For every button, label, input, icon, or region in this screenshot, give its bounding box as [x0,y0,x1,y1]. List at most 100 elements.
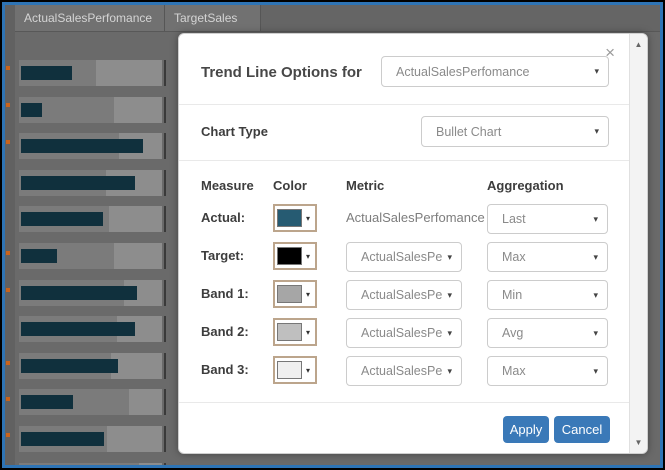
divider [179,160,629,161]
bullet-row [19,463,168,468]
chevron-down-icon: ▾ [593,328,598,339]
column-header-metric: Metric [346,178,384,193]
chevron-down-icon: ▾ [447,366,452,377]
metric-select-target[interactable]: ActualSalesPe ▾ [346,242,462,272]
metric-select-band2[interactable]: ActualSalesPe ▾ [346,318,462,348]
metric-value: ActualSalesPe [361,288,442,302]
metric-value: ActualSalesPe [361,326,442,340]
chart-left-gutter [5,5,15,465]
aggregation-select-band1[interactable]: Min ▾ [487,280,608,310]
scroll-down-icon[interactable]: ▼ [630,438,647,447]
bullet-bar [21,103,42,117]
column-header-color: Color [273,178,307,193]
row-marker-icon [6,103,10,107]
tab-label: ActualSalesPerfomance [24,11,152,25]
chevron-down-icon: ▾ [447,290,452,301]
target-tick [164,170,166,196]
row-marker-icon [6,288,10,292]
cancel-button[interactable]: Cancel [554,416,610,443]
aggregation-select-band3[interactable]: Max ▾ [487,356,608,386]
color-picker-actual[interactable]: ▾ [273,204,317,232]
bullet-row [19,353,168,379]
metric-value-actual: ActualSalesPerfomance [346,210,485,225]
measure-label-band2: Band 2: [201,324,249,339]
tab-bar: ActualSalesPerfomance TargetSales [15,5,660,32]
aggregation-value: Min [502,288,522,302]
metric-select-band3[interactable]: ActualSalesPe ▾ [346,356,462,386]
aggregation-select-actual[interactable]: Last ▾ [487,204,608,234]
scrollbar[interactable]: ▲ ▼ [629,34,647,453]
color-picker-target[interactable]: ▾ [273,242,317,270]
measure-label-band1: Band 1: [201,286,249,301]
target-tick [164,133,166,159]
bullet-bar [21,66,72,80]
bullet-row [19,389,168,415]
bullet-chart-background [19,32,184,465]
color-swatch [277,285,302,303]
aggregation-value: Max [502,250,526,264]
trend-measure-select[interactable]: ActualSalesPerfomance ▾ [381,56,609,87]
apply-button[interactable]: Apply [503,416,549,443]
measure-label-band3: Band 3: [201,362,249,377]
bullet-bar [21,176,135,190]
bullet-bar [21,432,104,446]
metric-value: ActualSalesPe [361,364,442,378]
color-swatch [277,323,302,341]
chart-type-select[interactable]: Bullet Chart ▾ [421,116,609,147]
row-marker-icon [6,433,10,437]
column-header-measure: Measure [201,178,254,193]
aggregation-value: Last [502,212,526,226]
row-marker-icon [6,66,10,70]
bullet-row [19,243,168,269]
bullet-row [19,426,168,452]
chevron-down-icon: ▾ [306,214,310,223]
color-swatch [277,209,302,227]
tab-label: TargetSales [174,11,237,25]
target-tick [164,316,166,342]
chevron-down-icon: ▾ [306,366,310,375]
chevron-down-icon: ▾ [306,252,310,261]
trend-measure-value: ActualSalesPerfomance [396,65,529,79]
chevron-down-icon: ▾ [593,290,598,301]
bullet-bar [21,322,135,336]
chart-type-label: Chart Type [201,124,268,139]
bullet-bar [21,286,137,300]
aggregation-value: Avg [502,326,523,340]
target-tick [164,206,166,232]
color-picker-band3[interactable]: ▾ [273,356,317,384]
aggregation-select-band2[interactable]: Avg ▾ [487,318,608,348]
bullet-bar [21,395,73,409]
chevron-down-icon: ▾ [594,66,599,77]
bullet-bar [21,212,103,226]
chevron-down-icon: ▾ [447,328,452,339]
measure-label-target: Target: [201,248,244,263]
target-tick [164,243,166,269]
window-frame: ActualSalesPerfomance TargetSales × Tren… [2,2,663,468]
column-header-aggregation: Aggregation [487,178,564,193]
color-picker-band2[interactable]: ▾ [273,318,317,346]
chart-type-value: Bullet Chart [436,125,501,139]
trend-line-options-dialog: × Trend Line Options for ActualSalesPerf… [178,33,648,454]
scroll-up-icon[interactable]: ▲ [630,40,647,49]
chevron-down-icon: ▾ [593,366,598,377]
target-tick [164,60,166,86]
application-window: ActualSalesPerfomance TargetSales × Tren… [0,0,665,470]
tab-targetsales[interactable]: TargetSales [165,5,261,31]
metric-select-band1[interactable]: ActualSalesPe ▾ [346,280,462,310]
tab-actualsalesperfomance[interactable]: ActualSalesPerfomance [15,5,165,31]
target-tick [164,463,166,468]
divider [179,104,629,105]
bullet-row [19,280,168,306]
chevron-down-icon: ▾ [594,126,599,137]
target-tick [164,353,166,379]
bullet-row [19,170,168,196]
color-swatch [277,247,302,265]
chevron-down-icon: ▾ [447,252,452,263]
target-tick [164,280,166,306]
bullet-row [19,206,168,232]
chevron-down-icon: ▾ [593,252,598,263]
color-swatch [277,361,302,379]
aggregation-select-target[interactable]: Max ▾ [487,242,608,272]
bullet-row [19,97,168,123]
color-picker-band1[interactable]: ▾ [273,280,317,308]
